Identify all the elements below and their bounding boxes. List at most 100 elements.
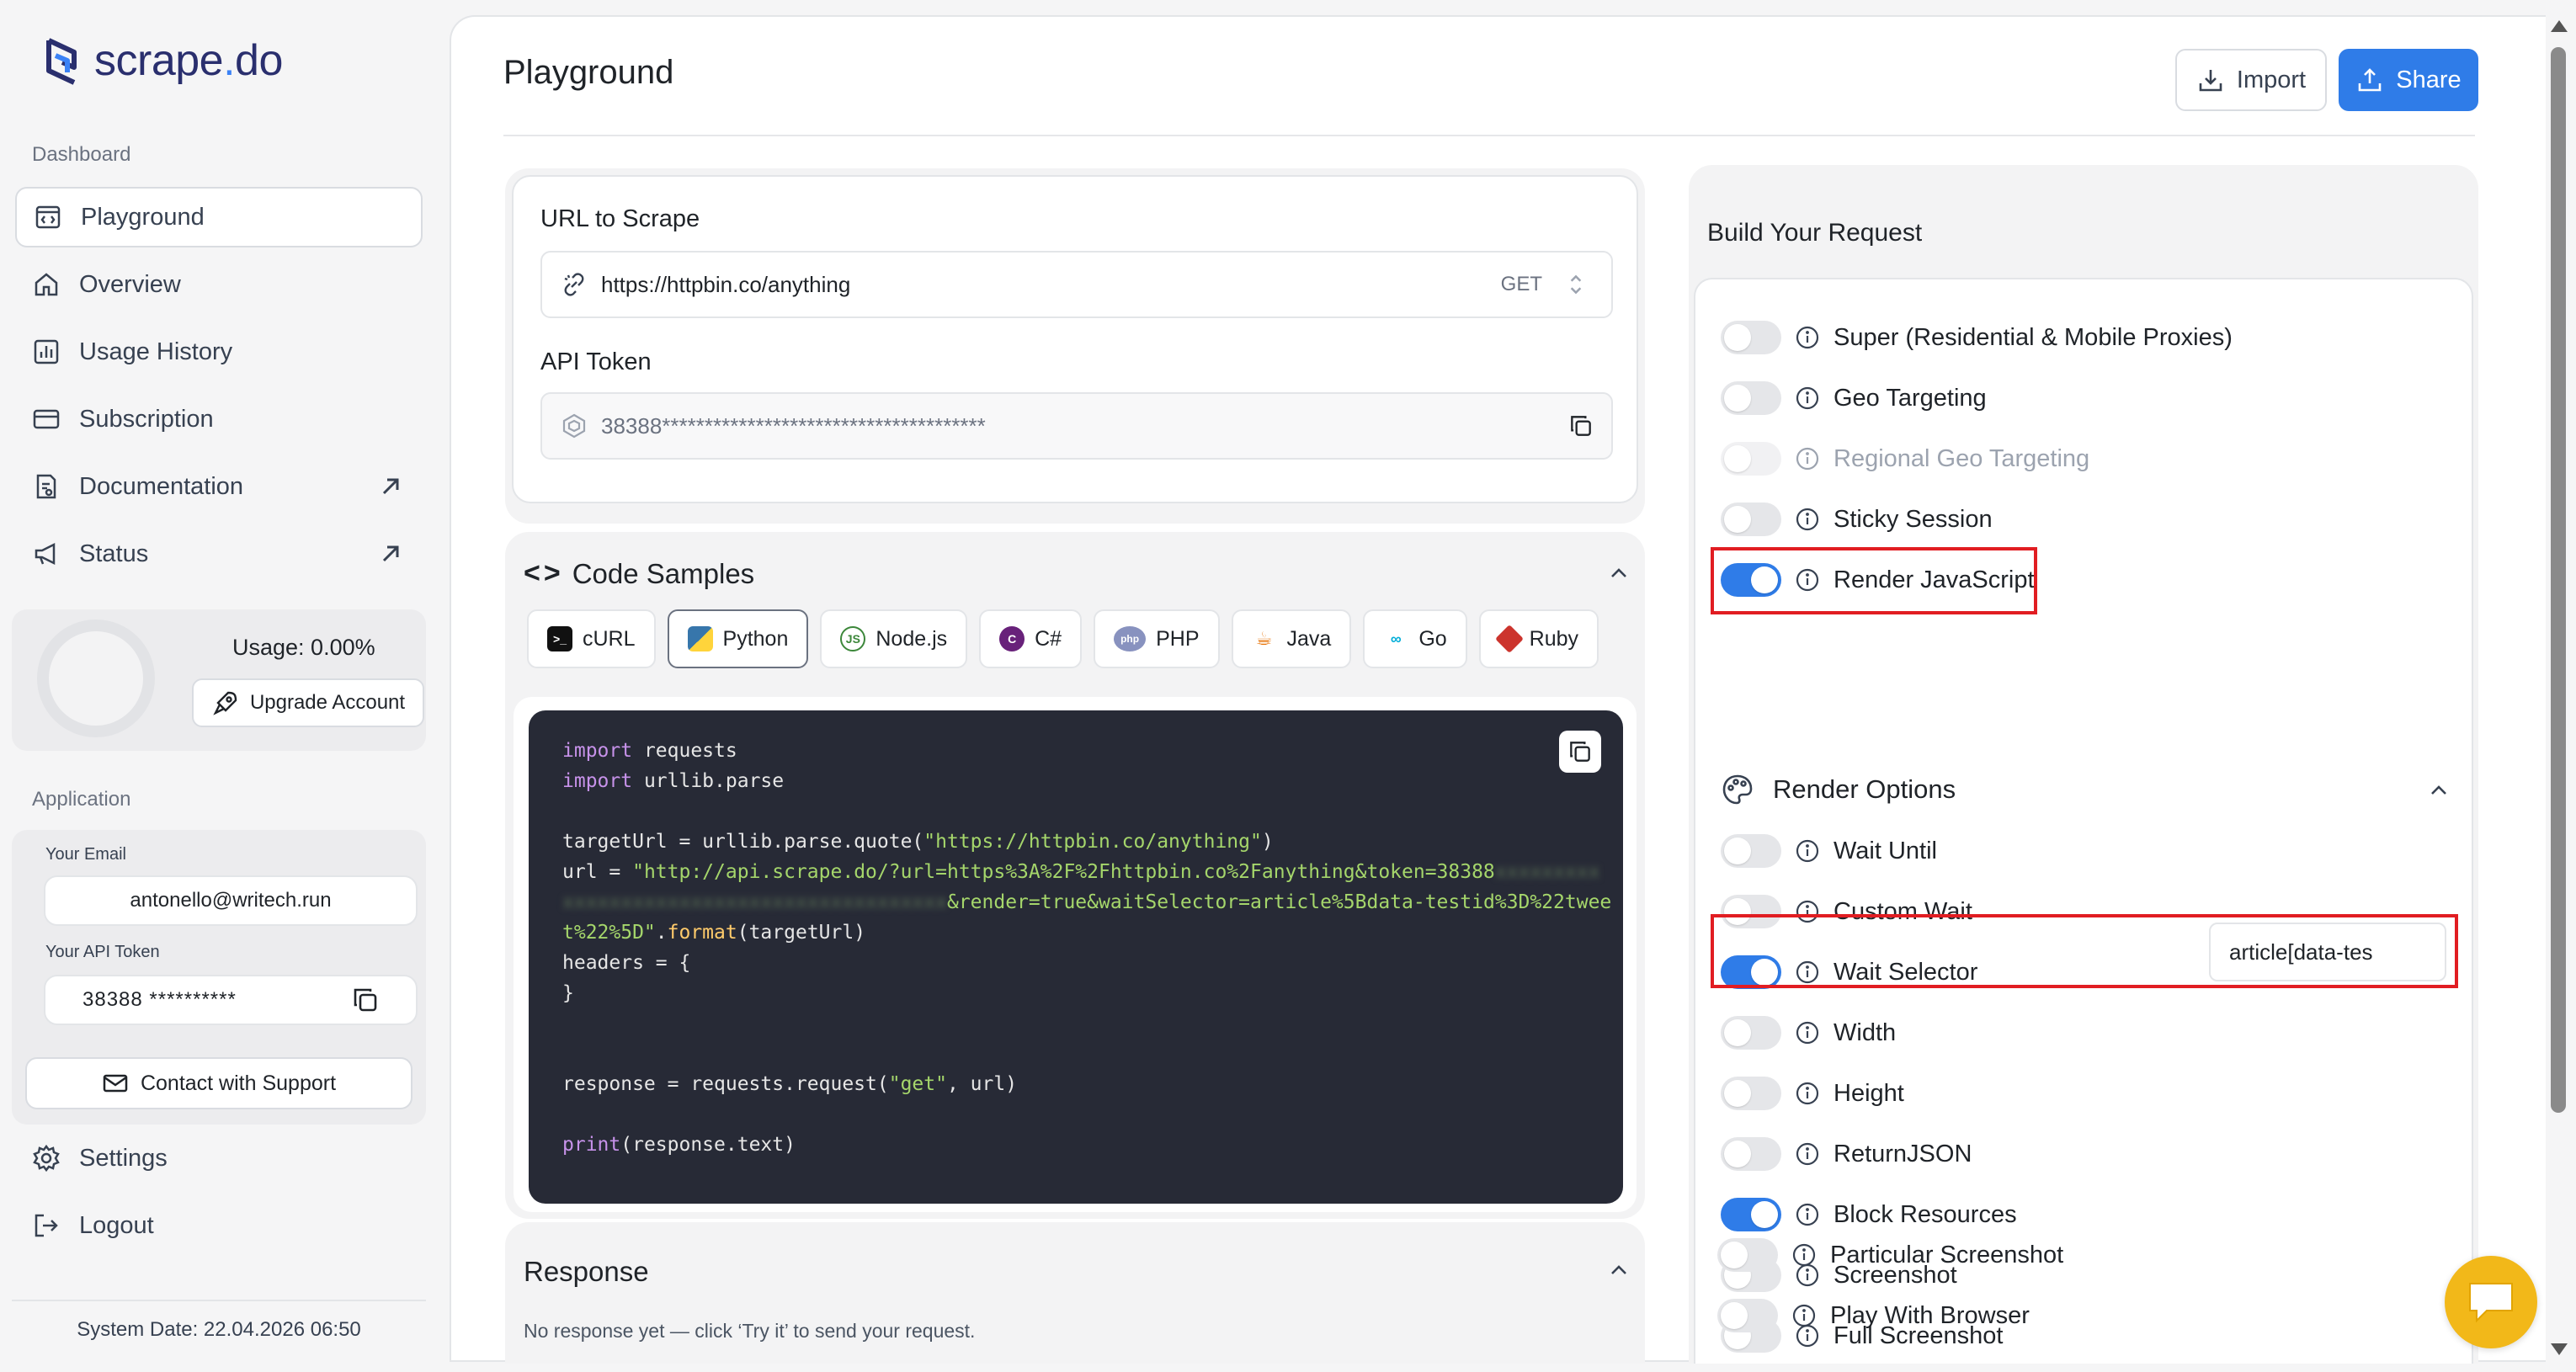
toggle-width[interactable]: [1721, 1016, 1781, 1050]
response-empty-text: No response yet — click ‘Try it’ to send…: [524, 1320, 976, 1342]
tab-curl[interactable]: >_ cURL: [527, 609, 656, 668]
chat-support-button[interactable]: [2445, 1256, 2537, 1348]
sidebar-item-documentation[interactable]: Documentation: [15, 456, 423, 517]
sidebar-item-label: Settings: [79, 1144, 168, 1172]
render-options-header[interactable]: Render Options: [1721, 773, 1956, 806]
tab-ruby[interactable]: Ruby: [1478, 609, 1599, 668]
option-width: Width: [1721, 1012, 1896, 1054]
tab-java[interactable]: ☕ Java: [1231, 609, 1352, 668]
rocket-icon: [213, 691, 237, 715]
logout-icon: [35, 1214, 58, 1237]
toggle-height[interactable]: [1721, 1077, 1781, 1110]
section-label-dashboard: Dashboard: [32, 143, 131, 166]
sidebar-item-overview[interactable]: Overview: [15, 254, 423, 315]
sidebar-item-playground[interactable]: Playground: [15, 187, 423, 247]
sidebar-item-label: Logout: [79, 1211, 154, 1239]
sidebar-item-label: Usage History: [79, 338, 233, 365]
chevron-up-icon[interactable]: [1608, 562, 1630, 584]
tab-label: C#: [1035, 626, 1062, 651]
sidebar-item-settings[interactable]: Settings: [15, 1128, 423, 1189]
http-method-select[interactable]: GET: [1501, 273, 1542, 296]
option-geo-targeting: Geo Targeting: [1721, 377, 1987, 419]
header-divider: [503, 135, 2475, 136]
highlight-render-javascript: [1711, 547, 2037, 614]
response-title: Response: [524, 1256, 649, 1287]
copy-icon[interactable]: [350, 985, 381, 1015]
usage-ring: [37, 620, 155, 737]
megaphone-icon: [35, 542, 56, 566]
php-icon: php: [1114, 626, 1147, 651]
option-label: Particular Screenshot: [1830, 1241, 2064, 1268]
sidebar-item-label: Overview: [79, 270, 181, 298]
toggle-return-json[interactable]: [1721, 1137, 1781, 1171]
info-icon[interactable]: [1795, 386, 1820, 411]
info-icon[interactable]: [1795, 1081, 1820, 1106]
api-token-label: API Token: [540, 348, 652, 375]
tab-label: Python: [722, 626, 789, 651]
info-icon[interactable]: [1795, 838, 1820, 864]
render-options-label: Render Options: [1773, 774, 1956, 804]
language-tabs: >_ cURL Python JS Node.js C C# php PHP ☕: [527, 609, 1599, 668]
info-icon[interactable]: [1795, 507, 1820, 532]
code-block[interactable]: import requests import urllib.parse targ…: [529, 710, 1623, 1204]
scroll-down-arrow[interactable]: [2551, 1343, 2568, 1355]
tab-nodejs[interactable]: JS Node.js: [820, 609, 968, 668]
import-label: Import: [2236, 66, 2307, 93]
import-button[interactable]: Import: [2175, 49, 2327, 111]
copy-icon[interactable]: [1567, 412, 1594, 439]
scroll-up-arrow[interactable]: [2551, 20, 2568, 32]
info-icon[interactable]: [1795, 325, 1820, 350]
toggle-wait-until[interactable]: [1721, 834, 1781, 868]
sidebar-item-subscription[interactable]: Subscription: [15, 389, 423, 449]
upload-icon: [2358, 68, 2382, 92]
api-token-input[interactable]: 38388***********************************…: [540, 392, 1613, 460]
brand-logo[interactable]: scrape.do: [37, 34, 283, 88]
toggle-regional-geo-targeting[interactable]: [1721, 442, 1781, 476]
chevron-up-icon[interactable]: [2428, 779, 2450, 801]
tab-csharp[interactable]: C C#: [979, 609, 1083, 668]
info-icon[interactable]: [1795, 1020, 1820, 1045]
build-request-overflow: Particular Screenshot Play With Browser: [1692, 1217, 2472, 1362]
chevron-up-icon[interactable]: [1608, 1259, 1630, 1281]
option-label: Play With Browser: [1830, 1301, 2030, 1329]
email-field[interactable]: antonello@writech.run: [44, 875, 418, 926]
external-link-icon: [382, 478, 399, 495]
email-label: Your Email: [45, 845, 126, 864]
tab-go[interactable]: ∞ Go: [1363, 609, 1467, 668]
sidebar-item-logout[interactable]: Logout: [15, 1195, 423, 1256]
tab-python[interactable]: Python: [667, 609, 809, 668]
info-icon[interactable]: [1795, 1141, 1820, 1167]
option-label: Sticky Session: [1834, 505, 1993, 533]
api-token-field[interactable]: 38388 **********: [44, 975, 418, 1025]
tab-php[interactable]: php PHP: [1094, 609, 1220, 668]
copy-code-button[interactable]: [1559, 731, 1601, 773]
download-icon: [2199, 70, 2222, 92]
response-section: Response No response yet — click ‘Try it…: [505, 1222, 1645, 1364]
option-label: Geo Targeting: [1834, 384, 1987, 412]
info-icon[interactable]: [1791, 1303, 1817, 1328]
contact-support-button[interactable]: Contact with Support: [25, 1057, 412, 1109]
info-icon[interactable]: [1795, 446, 1820, 471]
sidebar-item-usage-history[interactable]: Usage History: [15, 322, 423, 382]
option-regional-geo-targeting: Regional Geo Targeting: [1721, 438, 2089, 480]
sidebar-item-label: Status: [79, 540, 149, 567]
url-input[interactable]: https://httpbin.co/anything GET: [540, 251, 1613, 318]
toggle-particular-screenshot[interactable]: [1717, 1238, 1778, 1272]
upgrade-account-button[interactable]: Upgrade Account: [192, 678, 424, 727]
sidebar-item-status[interactable]: Status: [15, 524, 423, 584]
option-sticky-session: Sticky Session: [1721, 498, 1993, 540]
scrollbar-thumb[interactable]: [2551, 47, 2566, 1113]
card-icon: [33, 409, 60, 429]
share-button[interactable]: Share: [2339, 49, 2478, 111]
main-panel: Playground Import Share URL to Scrape ht…: [450, 15, 2546, 1364]
toggle-play-with-browser[interactable]: [1717, 1299, 1778, 1332]
toggle-geo-targeting[interactable]: [1721, 381, 1781, 415]
info-icon[interactable]: [1791, 1242, 1817, 1268]
toggle-super[interactable]: [1721, 321, 1781, 354]
option-label: Height: [1834, 1079, 1904, 1107]
tab-label: PHP: [1156, 626, 1200, 651]
option-wait-until: Wait Until: [1721, 830, 1937, 872]
nodejs-icon: JS: [840, 626, 866, 651]
toggle-sticky-session[interactable]: [1721, 503, 1781, 536]
chevron-updown-icon[interactable]: [1562, 271, 1589, 298]
